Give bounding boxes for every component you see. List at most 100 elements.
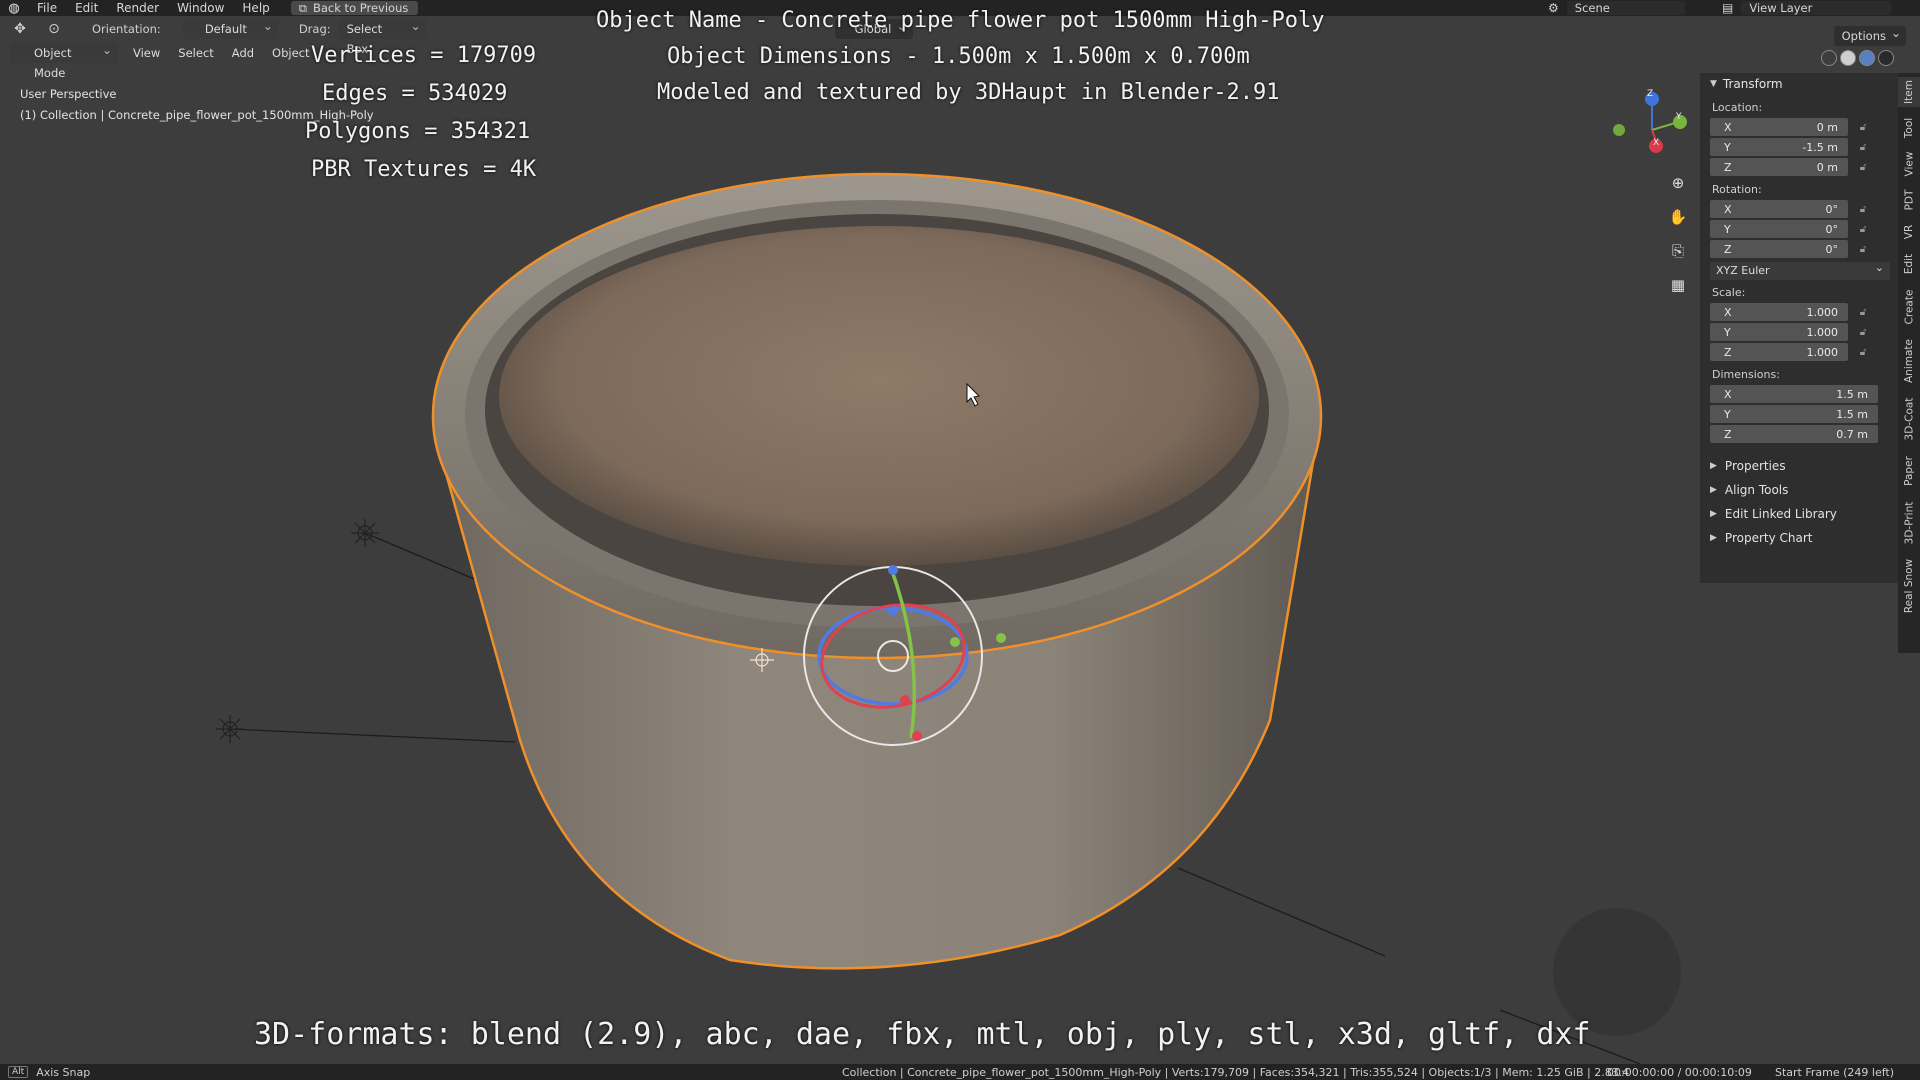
credit-text: Modeled and textured by 3DHaupt in Blend… [657,80,1280,105]
wireframe-shading-icon[interactable] [1821,50,1837,66]
status-left: Alt Axis Snap [8,1066,90,1079]
edit-linked-library-panel-header[interactable]: ▶ Edit Linked Library [1700,502,1898,526]
axis-label: Y [1724,325,1731,339]
field-value: 1.000 [1806,345,1839,359]
lock-icon[interactable]: 🔓︎ [1856,325,1870,339]
tab-animate[interactable]: Animate [1898,335,1920,387]
field-value: 1.5 m [1836,407,1868,421]
scale-label: Scale: [1712,286,1746,299]
field-value: 0° [1825,242,1839,256]
menu-render[interactable]: Render [107,0,168,16]
field-value: 0° [1825,222,1839,236]
back-to-previous-button[interactable]: ⧉ Back to Previous [290,1,419,15]
scene-name-field[interactable]: Scene [1566,1,1685,15]
axis-label: X [1724,387,1732,401]
tab-edit[interactable]: Edit [1898,249,1920,279]
tab-item[interactable]: Item [1898,77,1920,107]
tab-pdt[interactable]: PDT [1898,185,1920,215]
options-dropdown[interactable]: Options [1833,23,1906,46]
tab-create[interactable]: Create [1898,285,1920,329]
location-x-row: X 0 m 🔓︎ [1700,117,1898,137]
axis-label: X [1724,305,1732,319]
panel-title: Edit Linked Library [1724,507,1837,521]
menu-view[interactable]: View [124,43,169,63]
tab-3d-print[interactable]: 3D-Print [1898,497,1920,549]
location-y-field[interactable]: Y -1.5 m [1710,138,1848,156]
tab-3d-coat[interactable]: 3D-Coat [1898,393,1920,445]
scale-y-field[interactable]: Y 1.000 [1710,323,1848,341]
axis-label: Y [1724,407,1731,421]
rotation-x-field[interactable]: X 0° [1710,200,1848,218]
tab-vr[interactable]: VR [1898,219,1920,245]
lock-icon[interactable]: 🔓︎ [1856,202,1870,216]
blender-logo-icon[interactable]: ◍ [0,0,28,16]
editor-type-icon[interactable]: ✥ [8,18,32,40]
frame-info: Start Frame (249 left) [1775,1065,1895,1079]
orientation-dropdown[interactable]: Default [182,16,279,39]
formats-text: 3D-formats: blend (2.9), abc, dae, fbx, … [254,1017,1591,1052]
menu-edit[interactable]: Edit [66,0,107,16]
tab-real-snow[interactable]: Real Snow [1898,555,1920,617]
align-tools-panel-header[interactable]: ▶ Align Tools [1700,478,1898,502]
scene-selector[interactable]: ⚙ Scene [1548,0,1685,16]
solid-shading-icon[interactable] [1840,50,1856,66]
menu-add[interactable]: Add [223,43,263,63]
drag-dropdown[interactable]: Select Box [338,16,427,56]
material-shading-icon[interactable] [1859,50,1875,66]
light-line [1177,867,1386,957]
scale-z-field[interactable]: Z 1.000 [1710,343,1848,361]
lock-icon[interactable]: 🔓︎ [1856,160,1870,174]
lock-icon[interactable]: 🔓︎ [1856,242,1870,256]
lock-icon[interactable]: 🔓︎ [1856,222,1870,236]
dimensions-z-field[interactable]: Z 0.7 m [1710,425,1878,443]
back-to-previous-label: Back to Previous [312,1,409,15]
dimensions-x-field[interactable]: X 1.5 m [1710,385,1878,403]
collapsed-triangle-icon: ▶ [1710,533,1717,543]
menu-help[interactable]: Help [233,0,278,16]
location-label: Location: [1712,101,1763,114]
dimensions-y-field[interactable]: Y 1.5 m [1710,405,1878,423]
zoom-icon[interactable]: ⊕ [1665,170,1691,196]
scene-icon: ⚙ [1548,1,1559,15]
field-value: 0.7 m [1836,427,1868,441]
tab-paper[interactable]: Paper [1898,451,1920,491]
property-chart-panel-header[interactable]: ▶ Property Chart [1700,526,1898,550]
timecode: 00:00:00:00 / 00:00:10:09 [1607,1065,1752,1079]
properties-panel-header[interactable]: ▶ Properties [1700,454,1898,478]
location-z-row: Z 0 m 🔓︎ [1700,157,1898,177]
location-x-field[interactable]: X 0 m [1710,118,1848,136]
rotation-mode-dropdown[interactable]: XYZ Euler [1710,259,1890,280]
view-layer-name-field[interactable]: View Layer [1741,1,1892,15]
field-value: 1.000 [1806,325,1839,339]
back-icon: ⧉ [298,1,307,15]
alt-key-hint: Alt [8,1066,29,1078]
scale-x-field[interactable]: X 1.000 [1710,303,1848,321]
menu-window[interactable]: Window [168,0,233,16]
dimensions-y-row: Y 1.5 m [1700,404,1898,424]
object-mode-dropdown[interactable]: Object Mode [10,40,118,80]
lock-icon[interactable]: 🔓︎ [1856,140,1870,154]
ortho-grid-icon[interactable]: ▦ [1665,272,1691,298]
lock-icon[interactable]: 🔓︎ [1856,120,1870,134]
vertices-text: Vertices = 179709 [311,43,537,68]
rotation-z-field[interactable]: Z 0° [1710,240,1848,258]
rendered-shading-icon[interactable] [1878,50,1894,66]
pan-hand-icon[interactable]: ✋ [1665,204,1691,230]
tab-tool[interactable]: Tool [1898,113,1920,143]
location-z-field[interactable]: Z 0 m [1710,158,1848,176]
lock-icon[interactable]: 🔓︎ [1856,345,1870,359]
axis-label: Z [1724,160,1732,174]
axis-label: X [1724,202,1732,216]
lock-icon[interactable]: 🔓︎ [1856,305,1870,319]
rotation-y-field[interactable]: Y 0° [1710,220,1848,238]
menu-select[interactable]: Select [169,43,222,63]
select-tool-icon[interactable]: ⊙ [42,18,66,40]
transform-title: Transform [1722,77,1783,91]
tab-view[interactable]: View [1898,149,1920,179]
polygons-text: Polygons = 354321 [305,119,531,144]
camera-view-icon[interactable]: ⎘ [1665,238,1691,264]
viewport-scene[interactable] [0,0,1920,1080]
menu-file[interactable]: File [28,0,66,16]
view-layer-selector[interactable]: ▤ View Layer [1722,0,1892,16]
transform-panel-header[interactable]: ▼ Transform [1700,73,1898,95]
